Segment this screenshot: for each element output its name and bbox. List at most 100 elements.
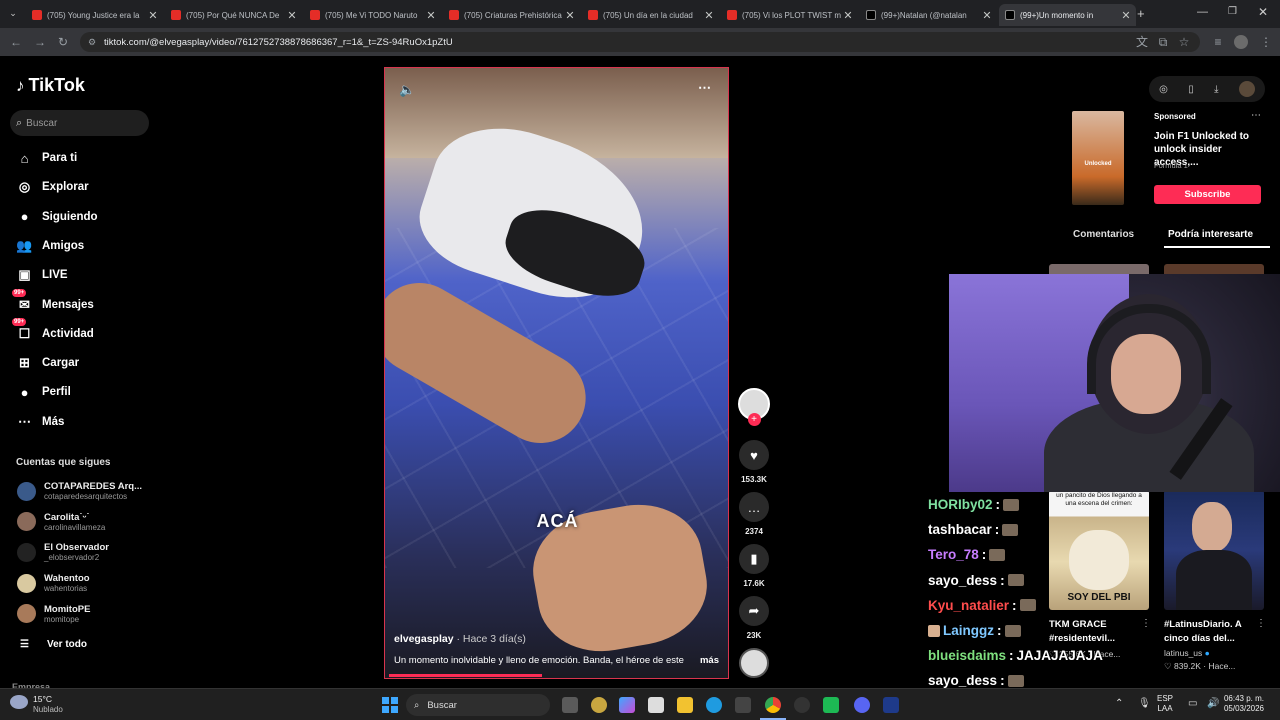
music-disc-button[interactable] [738,648,770,678]
close-tab-icon[interactable]: ✕ [286,9,298,22]
browser-tab[interactable]: (705) Un día en la ciudad ✕ [582,4,719,26]
device-icon[interactable]: ▯ [1188,84,1194,95]
search-input[interactable]: ⌕ Buscar [10,110,149,136]
store-icon[interactable] [648,697,664,713]
followed-account[interactable]: MomitoPE momitope [17,601,90,627]
forward-icon[interactable]: → [32,34,48,50]
followed-account[interactable]: El Observador _elobservador2 [17,539,109,565]
card-more-icon[interactable]: ⋮ [1256,618,1266,629]
video-author[interactable]: elvegasplay [394,633,454,645]
close-tab-icon[interactable]: ✕ [981,9,993,22]
taskbar-search[interactable]: ⌕ Buscar [406,694,550,716]
sidebar-item-live[interactable]: ▣ LIVE [16,264,67,286]
comment-button[interactable]: … 2374 [738,492,770,536]
tiktok-logo[interactable]: ♪ TikTok [16,75,85,96]
reload-icon[interactable]: ↻ [55,34,71,50]
task-view-icon[interactable] [562,697,578,713]
followed-account[interactable]: Wahentoo wahentorias [17,570,90,596]
minimize-icon[interactable]: — [1197,6,1208,18]
video-more-icon[interactable]: ⋯ [698,80,711,96]
edge-icon[interactable] [706,697,722,713]
sidebar-item-para-ti[interactable]: ⌂ Para ti [16,147,78,169]
copilot-icon[interactable] [619,697,635,713]
browser-tab[interactable]: (99+)Un momento in ✕ [999,4,1136,26]
browser-tab[interactable]: (705) Vi los PLOT TWIST m ✕ [721,4,858,26]
url-field[interactable]: tiktok.com/@elvegasplay/video/7612752738… [80,32,1200,52]
close-tab-icon[interactable]: ✕ [564,9,576,22]
weather-icon[interactable] [10,695,28,709]
close-window-icon[interactable]: ✕ [1258,5,1268,19]
weather-temp[interactable]: 15°C [33,694,52,704]
subscribe-button[interactable]: Subscribe [1154,185,1261,204]
bookmark-star-icon[interactable]: ☆ [1176,34,1192,50]
see-all-link[interactable]: ☰ Ver todo [16,633,87,655]
start-icon[interactable] [382,697,398,713]
ad-thumbnail[interactable]: Unlocked [1072,111,1124,205]
card-more-icon[interactable]: ⋮ [1141,618,1151,629]
back-icon[interactable]: ← [8,34,24,50]
like-button[interactable]: ♥ 153.3K [738,440,770,484]
save-button[interactable]: ▮ 17.6K [738,544,770,588]
sidebar-item-perfil[interactable]: ● Perfil [16,381,71,403]
chrome-icon[interactable] [765,697,781,713]
video-player[interactable]: 🔈 ⋯ ACÁ elvegasplay · Hace 3 día(s) Un m… [384,67,729,679]
author-avatar-button[interactable]: + [738,388,770,426]
site-info-icon[interactable]: ⚙ [88,37,96,48]
close-tab-icon[interactable]: ✕ [147,9,159,22]
sidebar-item-más[interactable]: ⋯ Más [16,411,64,433]
browser-tab[interactable]: (99+)Natalan (@natalan ✕ [860,4,997,26]
sidebar-item-amigos[interactable]: 👥 Amigos [16,235,84,257]
follow-plus-icon[interactable]: + [747,413,761,426]
app-icon[interactable] [735,697,751,713]
app-icon[interactable] [591,697,607,713]
browser-tab[interactable]: (705) Me Vi TODO Naruto ✕ [304,4,441,26]
recommend-card[interactable]: #LatinusDiario. A cinco días del... lati… [1164,490,1266,672]
reading-list-icon[interactable]: ≡ [1210,34,1226,50]
volume-tray-icon[interactable]: 🔊 [1207,698,1219,709]
followed-account[interactable]: Carolita˙ᵕ˙ carolinavillameza [17,509,105,535]
browser-tab[interactable]: (705) Criaturas Prehistórica ✕ [443,4,580,26]
install-icon[interactable]: ⧉ [1155,34,1171,50]
close-tab-icon[interactable]: ✕ [425,9,437,22]
microphone-icon[interactable]: 🎙 [1138,698,1151,709]
sidebar-item-siguiendo[interactable]: ● Siguiendo [16,206,98,228]
browser-tab[interactable]: (705) Por Qué NUNCA De ✕ [165,4,302,26]
video-progress-bar[interactable] [389,674,543,677]
share-button[interactable]: ➦ 23K [738,596,770,640]
close-tab-icon[interactable]: ✕ [842,9,854,22]
explore-icon[interactable]: ◎ [1159,84,1168,95]
language-indicator[interactable]: ESP LAA [1157,694,1173,714]
tab-interest[interactable]: Podría interesarte [1168,229,1253,240]
download-icon[interactable]: ⤓ [1214,84,1218,95]
tab-search-icon[interactable]: ⌄ [6,8,20,22]
followed-account[interactable]: COTAPAREDES Arq... cotaparedesarquitectos [17,478,142,504]
browser-menu-icon[interactable]: ⋮ [1258,34,1274,50]
more-link[interactable]: más [700,655,719,666]
app-icon[interactable] [883,697,899,713]
sidebar-item-actividad[interactable]: 99+ ☐ Actividad [12,318,94,345]
sidebar-item-cargar[interactable]: ⊞ Cargar [16,352,79,374]
network-icon[interactable]: ▭ [1188,698,1197,709]
recommend-card[interactable]: un pancito de Dios llegando a una escena… [1049,490,1151,660]
tab-comments[interactable]: Comentarios [1073,229,1134,240]
discord-icon[interactable] [854,697,870,713]
clock[interactable]: 06:43 p. m. 05/03/2026 [1222,694,1266,714]
sidebar-item-mensajes[interactable]: 99+ ✉ Mensajes [12,289,94,316]
video-author-line[interactable]: elvegasplay · Hace 3 día(s) [394,633,526,645]
sidebar-item-explorar[interactable]: ◎ Explorar [16,176,89,198]
browser-tab[interactable]: (705) Young Justice era la ✕ [26,4,163,26]
new-tab-button[interactable]: + [1137,6,1145,21]
ad-more-icon[interactable]: ⋯ [1251,110,1261,121]
volume-icon[interactable]: 🔈 [399,82,415,98]
weather-desc[interactable]: Nublado [33,705,63,714]
profile-avatar-icon[interactable] [1234,35,1248,49]
app-icon[interactable] [794,697,810,713]
close-tab-icon[interactable]: ✕ [1120,9,1132,22]
maximize-icon[interactable]: ❐ [1228,6,1237,17]
tray-chevron-icon[interactable]: ⌃ [1115,698,1123,709]
translate-icon[interactable]: 文 [1134,34,1150,50]
close-tab-icon[interactable]: ✕ [703,9,715,22]
user-avatar[interactable] [1238,81,1255,97]
file-explorer-icon[interactable] [677,697,693,713]
app-icon[interactable] [823,697,839,713]
